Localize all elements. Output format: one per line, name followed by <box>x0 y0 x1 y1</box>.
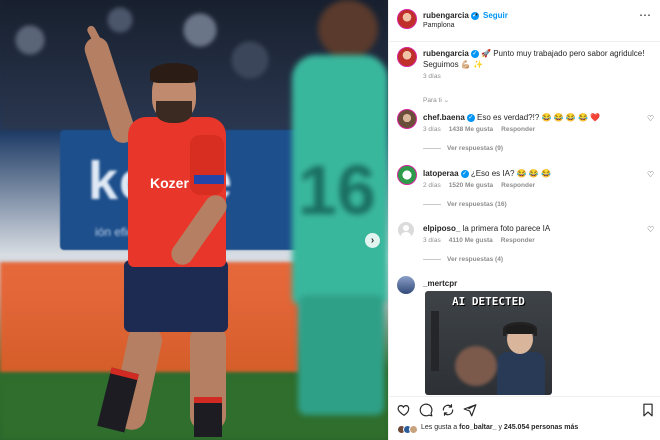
comment-avatar[interactable] <box>397 165 417 185</box>
comment-text: latoperaa ✓ ¿Eso es IA? 😂 😂 😂 <box>423 168 633 179</box>
comment-text: elpiposo_ la primera foto parece IA <box>423 223 633 234</box>
post-side-panel: rubengarcia ✓ • Seguir Pamplona ⋯ rubenga… <box>388 0 660 440</box>
comment-meta: 3 días 4110 Me gusta Responder <box>423 237 543 244</box>
comment-icon[interactable] <box>419 403 433 417</box>
shirt-sponsor: Kozer <box>150 175 189 191</box>
avatar[interactable] <box>397 9 417 29</box>
defender-number: 16 <box>298 151 376 229</box>
comment-username[interactable]: _mertcpr <box>423 279 457 288</box>
comment-body: Eso es verdad?!? 😂 😂 😂 😂 ❤️ <box>477 113 601 122</box>
headset-icon <box>503 322 537 336</box>
verified-badge-icon: ✓ <box>460 169 469 178</box>
liked-by-user[interactable]: fco_baltar_ <box>459 424 496 431</box>
captain-armband <box>194 175 224 184</box>
comment-likes[interactable]: 1438 Me gusta <box>449 126 493 133</box>
liked-by-line: Les gusta a fco_baltar_ y 245.054 person… <box>421 424 578 431</box>
comment-body: ¿Eso es IA? 😂 😂 😂 <box>470 169 551 178</box>
gif-lamp <box>431 311 439 371</box>
player-sleeve <box>190 135 224 195</box>
comment-time: 2 días <box>423 182 441 189</box>
gif-person-body <box>497 352 545 395</box>
comment-heart-icon[interactable]: ♡ <box>647 170 654 179</box>
chevron-right-icon: › <box>370 235 375 246</box>
repost-icon[interactable] <box>441 403 455 417</box>
post-author-username[interactable]: rubengarcia ✓ <box>423 11 479 20</box>
liked-by-count[interactable]: 245.054 personas más <box>504 424 578 431</box>
comment-sort-dropdown[interactable]: Para ti ⌄ <box>423 96 449 104</box>
verified-badge-icon: ✓ <box>470 49 479 58</box>
gif-caption: AI DETECTED <box>452 295 525 308</box>
comment-meta: 3 días 1438 Me gusta Responder <box>423 126 543 133</box>
post-header: rubengarcia ✓ • Seguir Pamplona ⋯ <box>389 0 660 42</box>
comment-username[interactable]: latoperaa <box>423 169 459 178</box>
bookmark-icon[interactable] <box>641 403 655 417</box>
caption-time: 3 días <box>423 73 441 80</box>
verified-badge-icon: ✓ <box>466 113 475 122</box>
blurred-defender: 16 <box>288 0 388 440</box>
right-sock <box>194 397 222 437</box>
liked-by-prefix: Les gusta a <box>421 424 458 431</box>
comment-likes[interactable]: 4110 Me gusta <box>449 237 493 244</box>
share-icon[interactable] <box>463 403 477 417</box>
comment-time: 3 días <box>423 237 441 244</box>
next-photo-button[interactable]: › <box>365 233 380 248</box>
view-replies-button[interactable]: Ver respuestas (16) <box>423 201 507 208</box>
player-figure: Kozer <box>81 24 250 440</box>
comment-avatar[interactable] <box>398 222 414 238</box>
player-shorts <box>124 260 228 332</box>
comment-text: chef.baena ✓ Eso es verdad?!? 😂 😂 😂 😂 ❤️ <box>423 112 633 123</box>
liked-by-conjunction: y <box>498 424 502 431</box>
caption-text: rubengarcia ✓ 🚀 Punto muy trabajado pero … <box>423 48 653 70</box>
comment-body: la primera foto parece IA <box>462 224 551 233</box>
more-options-icon[interactable]: ⋯ <box>639 8 652 22</box>
comment-likes[interactable]: 1520 Me gusta <box>449 182 493 189</box>
defender-shorts <box>298 295 384 415</box>
follow-button[interactable]: Seguir <box>483 11 508 20</box>
view-replies-button[interactable]: Ver respuestas (9) <box>423 145 503 152</box>
player-beard <box>156 101 192 123</box>
defender-head <box>318 0 378 58</box>
reply-button[interactable]: Responder <box>501 126 535 133</box>
comment-heart-icon[interactable]: ♡ <box>647 114 654 123</box>
comment-gif[interactable]: AI DETECTED <box>425 291 552 395</box>
separator-dot: • <box>475 10 478 19</box>
post-photo[interactable]: kome ión eficien Kozer 16 › <box>0 0 388 440</box>
reply-button[interactable]: Responder <box>501 182 535 189</box>
comment-meta: 2 días 1520 Me gusta Responder <box>423 182 543 189</box>
comment-username[interactable]: elpiposo_ <box>423 224 460 233</box>
post-action-bar <box>389 396 660 418</box>
comment-avatar[interactable] <box>397 276 415 294</box>
reply-button[interactable]: Responder <box>501 237 535 244</box>
heart-icon[interactable] <box>397 403 411 417</box>
player-hair <box>150 63 198 83</box>
comment-username[interactable]: chef.baena <box>423 113 465 122</box>
caption-avatar[interactable] <box>397 47 417 67</box>
comment-text: _mertcpr <box>423 278 633 289</box>
view-replies-button[interactable]: Ver respuestas (4) <box>423 256 503 263</box>
comment-time: 3 días <box>423 126 441 133</box>
comment-heart-icon[interactable]: ♡ <box>647 225 654 234</box>
caption-username[interactable]: rubengarcia <box>423 49 469 58</box>
liker-avatar <box>409 425 418 434</box>
gif-blurred-hand <box>455 346 497 386</box>
comment-avatar[interactable] <box>397 109 417 129</box>
username-text: rubengarcia <box>423 11 469 20</box>
gif-person <box>493 322 549 395</box>
post-location[interactable]: Pamplona <box>423 22 455 29</box>
